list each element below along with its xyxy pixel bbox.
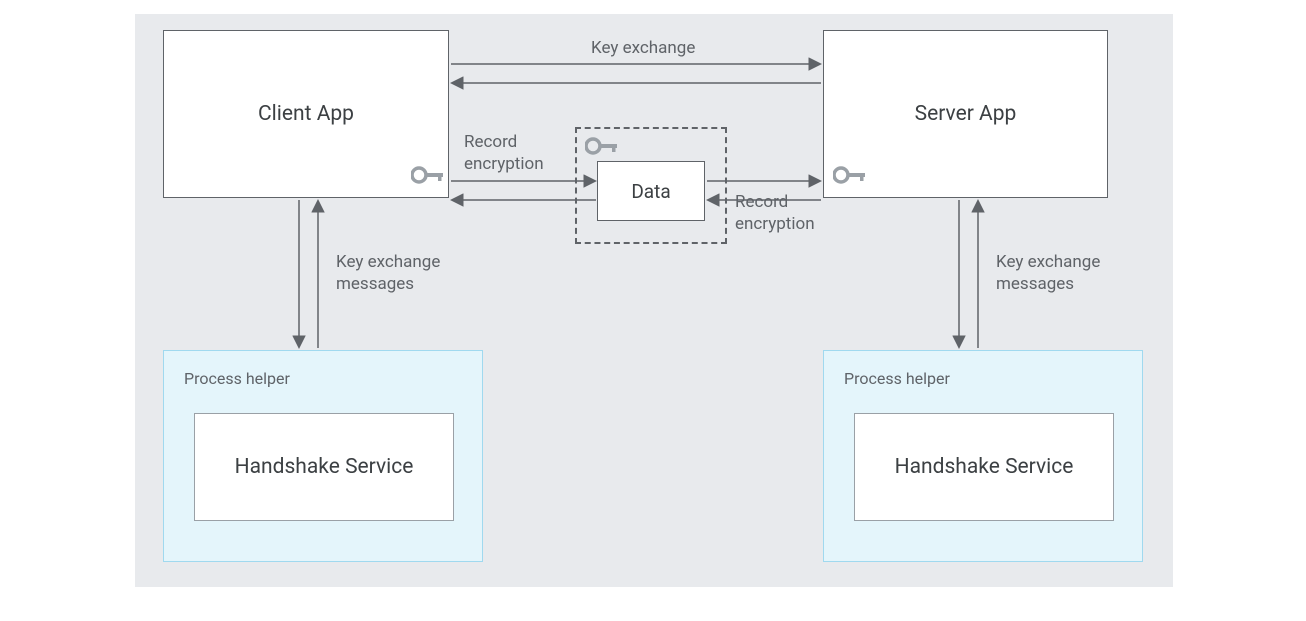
process-helper-label-left: Process helper: [184, 369, 290, 388]
server-app-label: Server App: [915, 102, 1017, 126]
client-app-box: Client App: [163, 30, 449, 198]
process-helper-right: Process helper Handshake Service: [823, 350, 1143, 562]
diagram-container: Client App Server App Data Process helpe…: [135, 14, 1173, 587]
key-exchange-label: Key exchange: [591, 37, 695, 59]
handshake-service-left: Handshake Service: [194, 413, 454, 521]
process-helper-left: Process helper Handshake Service: [163, 350, 483, 562]
record-encryption-label-left: Record encryption: [464, 131, 544, 175]
handshake-service-right: Handshake Service: [854, 413, 1114, 521]
handshake-service-label-right: Handshake Service: [895, 455, 1074, 479]
data-box: Data: [597, 161, 705, 221]
key-exchange-messages-label-left: Key exchange messages: [336, 251, 440, 295]
data-label: Data: [631, 180, 670, 203]
key-icon: [411, 166, 445, 184]
record-encryption-label-right: Record encryption: [735, 191, 815, 235]
process-helper-label-right: Process helper: [844, 369, 950, 388]
client-app-label: Client App: [258, 102, 354, 126]
key-icon: [833, 166, 867, 184]
key-icon: [585, 137, 619, 155]
handshake-service-label-left: Handshake Service: [235, 455, 414, 479]
key-exchange-messages-label-right: Key exchange messages: [996, 251, 1100, 295]
